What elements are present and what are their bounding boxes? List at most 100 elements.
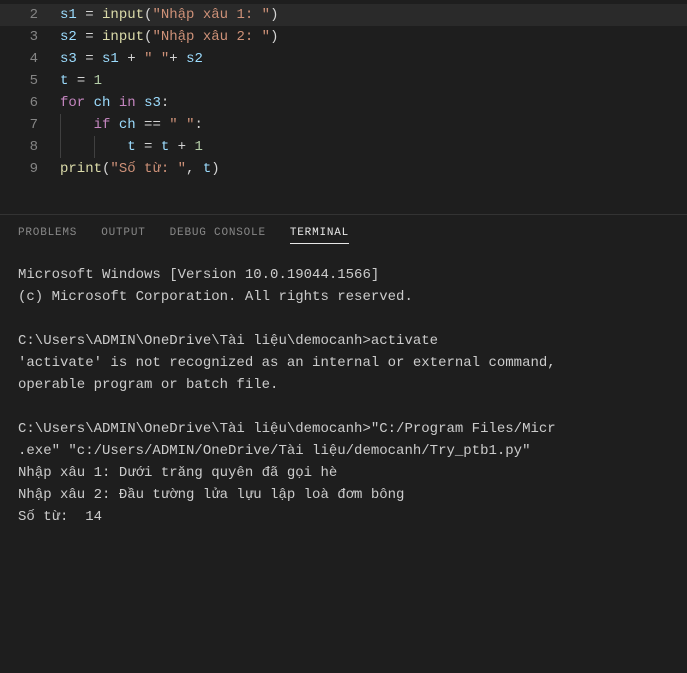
token-fn: input (102, 29, 144, 45)
terminal-line: .exe" "c:/Users/ADMIN/OneDrive/Tài liệu/… (18, 440, 669, 462)
token-str: " " (144, 51, 169, 67)
line-number: 3 (0, 26, 60, 48)
code-content[interactable]: t = 1 (60, 70, 102, 92)
terminal-line: C:\Users\ADMIN\OneDrive\Tài liệu\democan… (18, 418, 669, 440)
code-content[interactable]: if ch == " ": (60, 114, 203, 136)
line-number: 7 (0, 114, 60, 136)
token-op (136, 95, 144, 111)
token-op: + (127, 51, 135, 67)
token-op (110, 117, 118, 133)
code-line[interactable]: 5t = 1 (0, 70, 687, 92)
token-fn: input (102, 7, 144, 23)
token-str: "Số từ: " (110, 161, 186, 177)
token-var: t (161, 139, 169, 155)
token-op: = (85, 29, 93, 45)
tab-debug-console[interactable]: DEBUG CONSOLE (170, 223, 266, 244)
token-var: t (127, 139, 135, 155)
code-line[interactable]: 9print("Số từ: ", t) (0, 158, 687, 180)
bottom-panel: PROBLEMS OUTPUT DEBUG CONSOLE TERMINAL Micr… (0, 214, 687, 540)
token-op (94, 29, 102, 45)
code-line[interactable]: 4s3 = s1 + " "+ s2 (0, 48, 687, 70)
tab-terminal[interactable]: TERMINAL (290, 223, 349, 244)
terminal-block: Microsoft Windows [Version 10.0.19044.15… (18, 264, 669, 308)
tab-problems[interactable]: PROBLEMS (18, 223, 77, 244)
terminal-block: C:\Users\ADMIN\OneDrive\Tài liệu\democan… (18, 330, 669, 396)
code-line[interactable]: 2s1 = input("Nhập xâu 1: ") (0, 4, 687, 26)
token-op (94, 7, 102, 23)
code-content[interactable]: print("Số từ: ", t) (60, 158, 220, 180)
line-number: 2 (0, 4, 60, 26)
token-var: ch (94, 95, 111, 111)
token-op: ) (211, 161, 219, 177)
token-kw: for (60, 95, 85, 111)
token-num: 1 (94, 73, 102, 89)
code-content[interactable]: s3 = s1 + " "+ s2 (60, 48, 203, 70)
token-op (85, 95, 93, 111)
token-op (194, 161, 202, 177)
token-num: 1 (194, 139, 202, 155)
token-op: = (85, 7, 93, 23)
token-op (77, 7, 85, 23)
token-op (169, 139, 177, 155)
token-op: == (144, 117, 161, 133)
token-op (136, 117, 144, 133)
token-var: ch (119, 117, 136, 133)
token-str: "Nhập xâu 1: " (152, 7, 270, 23)
terminal-content[interactable]: Microsoft Windows [Version 10.0.19044.15… (0, 252, 687, 540)
panel-tabs: PROBLEMS OUTPUT DEBUG CONSOLE TERMINAL (0, 215, 687, 252)
token-str: " " (169, 117, 194, 133)
terminal-line: Nhập xâu 1: Dưới trăng quyên đã gọi hè (18, 462, 669, 484)
code-editor[interactable]: 2s1 = input("Nhập xâu 1: ")3s2 = input("… (0, 0, 687, 184)
token-op: : (194, 117, 202, 133)
token-op (77, 51, 85, 67)
code-line[interactable]: 3s2 = input("Nhập xâu 2: ") (0, 26, 687, 48)
token-op: ) (270, 29, 278, 45)
line-number: 8 (0, 136, 60, 158)
token-op (136, 51, 144, 67)
token-op (94, 51, 102, 67)
token-op: = (85, 51, 93, 67)
token-op: : (161, 95, 169, 111)
token-var: s2 (186, 51, 203, 67)
terminal-line: 'activate' is not recognized as an inter… (18, 352, 669, 374)
terminal-line: Microsoft Windows [Version 10.0.19044.15… (18, 264, 669, 286)
token-var: s1 (102, 51, 119, 67)
code-line[interactable]: 6for ch in s3: (0, 92, 687, 114)
line-number: 5 (0, 70, 60, 92)
token-op (77, 29, 85, 45)
token-kw: if (94, 117, 111, 133)
code-content[interactable]: t = t + 1 (60, 136, 203, 158)
line-number: 6 (0, 92, 60, 114)
token-op: ) (270, 7, 278, 23)
code-content[interactable]: s2 = input("Nhập xâu 2: ") (60, 26, 278, 48)
token-str: "Nhập xâu 2: " (152, 29, 270, 45)
token-var: t (203, 161, 211, 177)
token-op: + (178, 139, 186, 155)
line-number: 9 (0, 158, 60, 180)
token-op (68, 73, 76, 89)
token-var: s2 (60, 29, 77, 45)
token-var: s3 (144, 95, 161, 111)
token-op (178, 51, 186, 67)
token-op: + (169, 51, 177, 67)
terminal-line: C:\Users\ADMIN\OneDrive\Tài liệu\democan… (18, 330, 669, 352)
token-op (161, 117, 169, 133)
code-line[interactable]: 7 if ch == " ": (0, 114, 687, 136)
token-op (152, 139, 160, 155)
line-number: 4 (0, 48, 60, 70)
code-content[interactable]: for ch in s3: (60, 92, 169, 114)
terminal-line: Số từ: 14 (18, 506, 669, 528)
token-op (110, 95, 118, 111)
terminal-line: operable program or batch file. (18, 374, 669, 396)
code-line[interactable]: 8 t = t + 1 (0, 136, 687, 158)
token-op: = (77, 73, 85, 89)
token-op (119, 51, 127, 67)
terminal-line: Nhập xâu 2: Đầu tường lửa lựu lập loà đơ… (18, 484, 669, 506)
token-var: s1 (60, 7, 77, 23)
token-fn: print (60, 161, 102, 177)
code-content[interactable]: s1 = input("Nhập xâu 1: ") (60, 4, 278, 26)
tab-output[interactable]: OUTPUT (101, 223, 145, 244)
token-var: s3 (60, 51, 77, 67)
token-kw: in (119, 95, 136, 111)
token-op (85, 73, 93, 89)
